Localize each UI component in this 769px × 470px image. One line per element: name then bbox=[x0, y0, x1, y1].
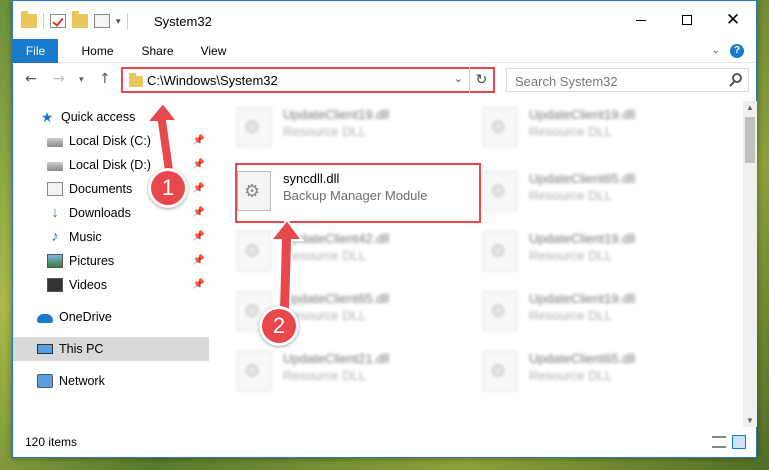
annotation-arrow-1 bbox=[144, 101, 180, 180]
annotation-arrows bbox=[144, 101, 304, 311]
annotation-arrow-2 bbox=[268, 218, 304, 311]
annotation-badge-2: 2 bbox=[259, 306, 299, 346]
annotation-badge-1: 1 bbox=[148, 168, 188, 208]
